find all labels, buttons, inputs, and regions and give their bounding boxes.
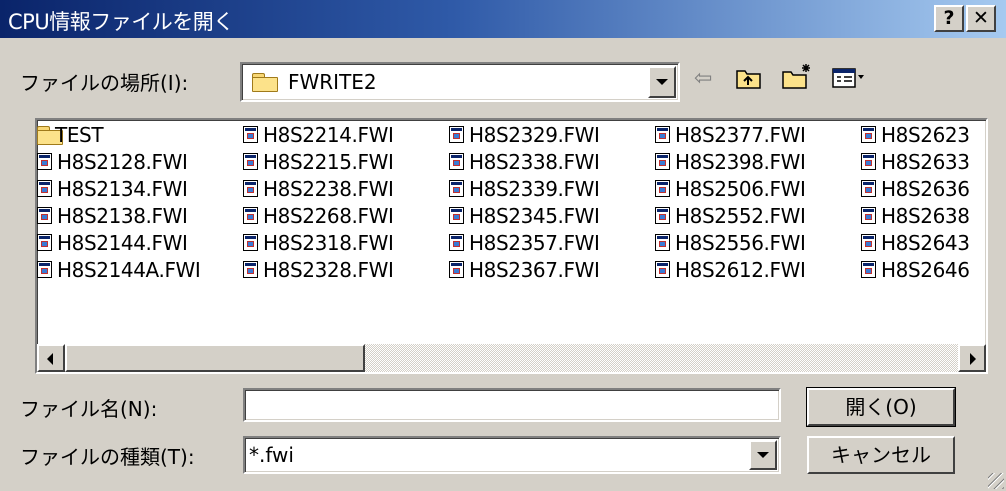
file-icon — [243, 261, 258, 278]
back-arrow-icon[interactable]: ⇦ — [694, 68, 712, 90]
file-icon — [37, 153, 52, 170]
scroll-thumb[interactable] — [65, 344, 365, 372]
file-icon — [861, 153, 876, 170]
file-name-label: H8S2144.FWI — [57, 231, 188, 255]
location-label: ファイルの場所(I): — [20, 71, 189, 95]
file-icon — [449, 234, 464, 251]
open-button[interactable]: 開く(O) — [806, 387, 956, 427]
file-icon — [655, 180, 670, 197]
file-icon — [243, 180, 258, 197]
file-icon — [37, 261, 52, 278]
help-button[interactable]: ? — [934, 5, 964, 32]
file-name-label: H8S2144A.FWI — [57, 258, 201, 282]
filename-input[interactable] — [243, 388, 781, 422]
file-icon — [449, 153, 464, 170]
file-name-label: H8S2556.FWI — [675, 231, 806, 255]
file-icon — [37, 207, 52, 224]
scroll-left-button[interactable] — [37, 344, 65, 372]
filename-label: ファイル名(N): — [20, 397, 158, 421]
close-button[interactable]: ✕ — [966, 5, 996, 32]
file-icon — [655, 207, 670, 224]
location-value: FWRITE2 — [288, 70, 377, 94]
window-title: CPU情報ファイルを開く — [8, 10, 234, 34]
file-icon — [243, 207, 258, 224]
file-name-label: TEST — [55, 123, 104, 147]
open-file-dialog: CPU情報ファイルを開く ? ✕ ファイルの場所(I): FWRITE2 ⇦ T… — [0, 0, 1006, 491]
file-name-label: H8S2338.FWI — [469, 150, 600, 174]
file-icon — [655, 126, 670, 143]
file-name-label: H8S2506.FWI — [675, 177, 806, 201]
file-name-label: H8S2318.FWI — [263, 231, 394, 255]
file-name-label: H8S2612.FWI — [675, 258, 806, 282]
title-bar[interactable]: CPU情報ファイルを開く ? ✕ — [0, 0, 1006, 38]
file-icon — [449, 126, 464, 143]
file-name-label: H8S2636 — [881, 177, 970, 201]
file-icon — [449, 207, 464, 224]
file-icon — [243, 153, 258, 170]
file-icon — [655, 153, 670, 170]
filetype-label: ファイルの種類(T): — [20, 445, 195, 469]
file-icon — [243, 126, 258, 143]
folder-icon — [252, 73, 278, 92]
scroll-right-button[interactable] — [958, 344, 986, 372]
resize-grip[interactable] — [988, 473, 1004, 489]
up-folder-icon[interactable] — [736, 66, 762, 95]
file-name-label: H8S2328.FWI — [263, 258, 394, 282]
file-name-label: H8S2345.FWI — [469, 204, 600, 228]
file-name-label: H8S2633 — [881, 150, 970, 174]
file-name-label: H8S2357.FWI — [469, 231, 600, 255]
file-name-label: H8S2268.FWI — [263, 204, 394, 228]
filetype-value: *.fwi — [249, 443, 294, 467]
file-name-label: H8S2377.FWI — [675, 123, 806, 147]
new-folder-icon[interactable] — [782, 62, 814, 95]
location-dropdown-button[interactable] — [648, 66, 676, 98]
horizontal-scrollbar[interactable] — [37, 344, 986, 372]
file-name-label: H8S2638 — [881, 204, 970, 228]
file-name-label: H8S2623 — [881, 123, 970, 147]
file-name-label: H8S2215.FWI — [263, 150, 394, 174]
filetype-dropdown-button[interactable] — [749, 440, 777, 470]
file-icon — [449, 180, 464, 197]
file-name-label: H8S2128.FWI — [57, 150, 188, 174]
file-name-label: H8S2339.FWI — [469, 177, 600, 201]
file-icon — [655, 234, 670, 251]
file-name-label: H8S2134.FWI — [57, 177, 188, 201]
file-name-label: H8S2367.FWI — [469, 258, 600, 282]
file-name-label: H8S2138.FWI — [57, 204, 188, 228]
location-combo[interactable]: FWRITE2 — [240, 62, 680, 102]
file-icon — [243, 234, 258, 251]
file-name-label: H8S2329.FWI — [469, 123, 600, 147]
file-icon — [37, 180, 52, 197]
filetype-combo[interactable]: *.fwi — [243, 436, 781, 474]
file-icon — [449, 261, 464, 278]
file-icon — [861, 180, 876, 197]
file-name-label: H8S2552.FWI — [675, 204, 806, 228]
file-icon — [861, 261, 876, 278]
view-menu-icon[interactable] — [832, 66, 866, 95]
file-name-label: H8S2214.FWI — [263, 123, 394, 147]
file-icon — [861, 234, 876, 251]
file-icon — [861, 207, 876, 224]
file-icon — [861, 126, 876, 143]
file-name-label: H8S2398.FWI — [675, 150, 806, 174]
file-name-label: H8S2643 — [881, 231, 970, 255]
cancel-button[interactable]: キャンセル — [807, 436, 955, 474]
file-icon — [37, 234, 52, 251]
file-icon — [655, 261, 670, 278]
file-list[interactable]: TEST H8S2128.FWI H8S2134.FWI H8S2138.FWI H8S… — [37, 120, 986, 372]
file-name-label: H8S2238.FWI — [263, 177, 394, 201]
file-name-label: H8S2646 — [881, 258, 970, 282]
